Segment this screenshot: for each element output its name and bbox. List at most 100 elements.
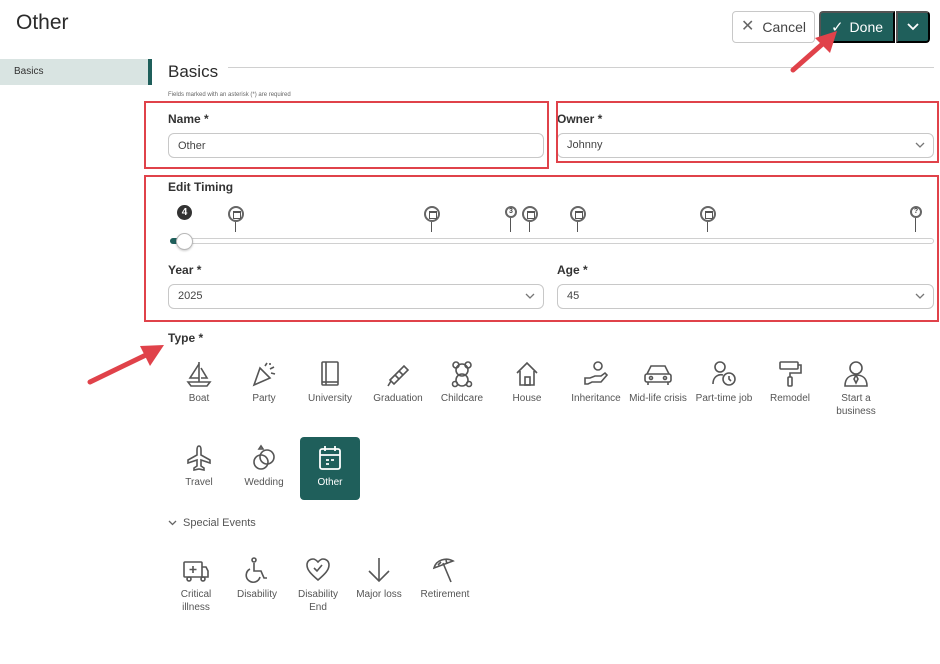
- type-part-time-job[interactable]: Part-time job: [694, 360, 754, 405]
- owner-label: Owner *: [557, 112, 603, 126]
- type-mid-life-crisis[interactable]: Mid-life crisis: [628, 360, 688, 405]
- done-options-button[interactable]: [896, 11, 930, 43]
- marker-stem: [235, 222, 236, 232]
- type-label-text: Part-time job: [695, 393, 753, 404]
- type-label-text: Start a business: [836, 393, 876, 417]
- special-major-loss[interactable]: Major loss: [349, 556, 409, 601]
- type-childcare[interactable]: Childcare: [432, 360, 492, 405]
- type-house[interactable]: House: [497, 360, 557, 405]
- type-label-text: Mid-life crisis: [629, 393, 687, 404]
- year-value: 2025: [178, 290, 203, 302]
- special-events-toggle[interactable]: Special Events: [168, 517, 256, 529]
- name-input[interactable]: [168, 133, 544, 158]
- calendar-marker-icon: [424, 206, 440, 222]
- car-icon: [644, 365, 672, 385]
- age-value: 45: [567, 290, 580, 302]
- airplane-icon: [187, 445, 211, 471]
- marker-stem: [431, 222, 432, 232]
- marker-stem: [707, 222, 708, 232]
- type-wedding[interactable]: Wedding: [234, 444, 294, 489]
- type-label-text: Remodel: [769, 393, 811, 404]
- person-clock-icon: [712, 361, 736, 386]
- ambulance-icon: [183, 561, 209, 582]
- timeline-count-badge: 3: [505, 206, 517, 218]
- type-travel[interactable]: Travel: [169, 444, 229, 489]
- timing-slider-thumb[interactable]: [176, 233, 193, 250]
- special-retirement[interactable]: Retirement: [415, 556, 475, 601]
- special-events-label: Special Events: [183, 517, 256, 529]
- diploma-icon: [387, 364, 410, 387]
- cancel-label: Cancel: [762, 19, 806, 35]
- type-label-text: Critical illness: [180, 589, 212, 613]
- type-label-text: Disability End: [297, 589, 338, 613]
- businessperson-icon: [844, 361, 868, 387]
- type-label-text: House: [512, 393, 542, 404]
- type-label-text: Retirement: [420, 589, 470, 600]
- timeline-event-marker[interactable]: [228, 206, 244, 232]
- marker-stem: [510, 218, 511, 232]
- type-graduation[interactable]: Graduation: [368, 360, 428, 405]
- party-icon: [252, 362, 276, 387]
- owner-select[interactable]: Johnny: [557, 133, 934, 158]
- chevron-down-icon: [168, 520, 177, 526]
- chevron-down-icon: [525, 293, 535, 299]
- beach-umbrella-icon: [432, 558, 455, 583]
- house-icon: [516, 361, 538, 386]
- timeline-event-marker[interactable]: [570, 206, 586, 232]
- marker-stem: [577, 222, 578, 232]
- year-select[interactable]: 2025: [168, 284, 544, 309]
- marker-stem: [529, 222, 530, 232]
- calendar-icon: [319, 446, 341, 470]
- type-boat[interactable]: Boat: [169, 360, 229, 405]
- annotation-arrow-type: [87, 345, 164, 385]
- type-label-text: Party: [252, 393, 276, 404]
- timeline-event-marker[interactable]: [424, 206, 440, 232]
- age-select[interactable]: 45: [557, 284, 934, 309]
- teddy-bear-icon: [451, 361, 473, 388]
- page-title: Other: [16, 11, 69, 34]
- type-start-a-business[interactable]: Start a business: [826, 360, 886, 418]
- chevron-down-icon: [915, 142, 925, 148]
- cancel-button[interactable]: ✕ Cancel: [732, 11, 815, 43]
- book-icon: [321, 361, 339, 386]
- hand-money-icon: [584, 361, 609, 385]
- marker-stem: [915, 218, 916, 232]
- special-disability-end[interactable]: Disability End: [288, 556, 348, 614]
- timeline-event-marker[interactable]: ?: [910, 206, 922, 232]
- type-label-text: Graduation: [373, 393, 423, 404]
- wheelchair-icon: [245, 557, 267, 583]
- type-label-text: Travel: [185, 477, 213, 488]
- required-note: Fields marked with an asterisk (*) are r…: [168, 92, 291, 98]
- type-other[interactable]: Other: [300, 437, 360, 500]
- boat-icon: [186, 362, 212, 387]
- type-inheritance[interactable]: Inheritance: [566, 360, 626, 405]
- type-remodel[interactable]: Remodel: [760, 360, 820, 405]
- done-label: Done: [849, 19, 884, 35]
- special-critical-illness[interactable]: Critical illness: [166, 556, 226, 614]
- type-label: Type *: [168, 331, 204, 345]
- sidebar-item-label: Basics: [14, 66, 44, 77]
- type-label-text: Other: [317, 477, 343, 488]
- timeline-event-marker[interactable]: 3: [505, 206, 517, 232]
- arrow-down-icon: [368, 558, 390, 583]
- sidebar-item-basics[interactable]: Basics: [0, 59, 152, 85]
- type-label-text: Childcare: [440, 393, 484, 404]
- type-party[interactable]: Party: [234, 360, 294, 405]
- chevron-down-icon: [907, 23, 919, 31]
- rings-icon: [253, 444, 275, 470]
- timing-slider-track[interactable]: [170, 238, 934, 244]
- name-label: Name *: [168, 112, 209, 126]
- close-icon: ✕: [741, 18, 755, 35]
- heart-icon: [306, 558, 330, 582]
- type-university[interactable]: University: [300, 360, 360, 405]
- section-divider: [228, 67, 934, 68]
- timeline-event-marker[interactable]: [700, 206, 716, 232]
- done-button[interactable]: ✓ Done: [819, 11, 895, 43]
- owner-value: Johnny: [567, 139, 603, 151]
- calendar-marker-icon: [228, 206, 244, 222]
- timeline-unknown-badge: ?: [910, 206, 922, 218]
- year-label: Year *: [168, 263, 202, 277]
- type-label-text: Wedding: [244, 477, 284, 488]
- special-disability[interactable]: Disability: [227, 556, 287, 601]
- timeline-event-marker[interactable]: [522, 206, 538, 232]
